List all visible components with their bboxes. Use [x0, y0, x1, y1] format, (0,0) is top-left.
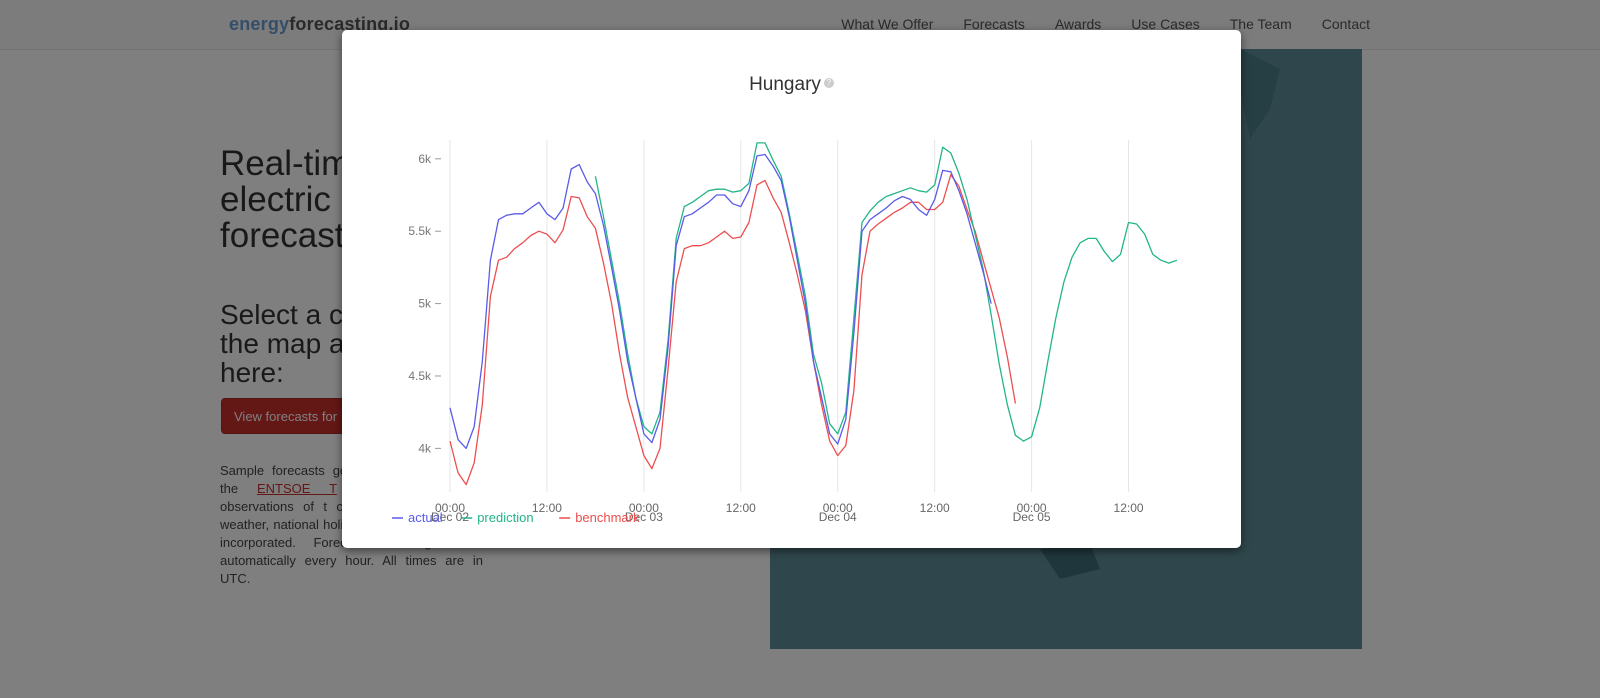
- series-line-benchmark: [449, 174, 1017, 486]
- legend-label-prediction: prediction: [477, 510, 533, 525]
- x-tick-label: 12:00: [1114, 501, 1144, 515]
- y-tick-label: 6k: [418, 152, 432, 166]
- chart-series: [449, 142, 1178, 486]
- legend-label-benchmark: benchmark: [575, 510, 640, 525]
- x-tick-sublabel: Dec 05: [1013, 510, 1051, 524]
- y-tick-label: 4k: [418, 441, 432, 455]
- x-tick-label: 12:00: [920, 501, 950, 515]
- series-line-prediction: [594, 142, 1178, 442]
- y-tick-label: 4.5k: [408, 369, 432, 383]
- line-chart: 4k 4.5k 5k 5.5k 6k 00:00Dec 0212:00 00:00Dec …: [392, 140, 1178, 525]
- y-axis: 4k 4.5k 5k 5.5k 6k: [408, 152, 441, 455]
- x-tick-label: 12:00: [532, 501, 562, 515]
- legend-label-actual: actual: [408, 510, 443, 525]
- y-tick-label: 5.5k: [408, 224, 432, 238]
- y-tick-label: 5k: [418, 297, 432, 311]
- series-line-actual: [449, 153, 992, 450]
- chart-modal: Hungary? 4k 4.5k 5k 5.5k 6k 00:00 Dec 02 12:00…: [342, 30, 1241, 548]
- x-axis: 00:00Dec 0212:00 00:00Dec 0312:00 00:00Dec…: [431, 501, 1144, 524]
- chart-legend: actual prediction benchmark: [392, 510, 640, 525]
- x-tick-label: 12:00: [726, 501, 756, 515]
- x-tick-sublabel: Dec 04: [819, 510, 857, 524]
